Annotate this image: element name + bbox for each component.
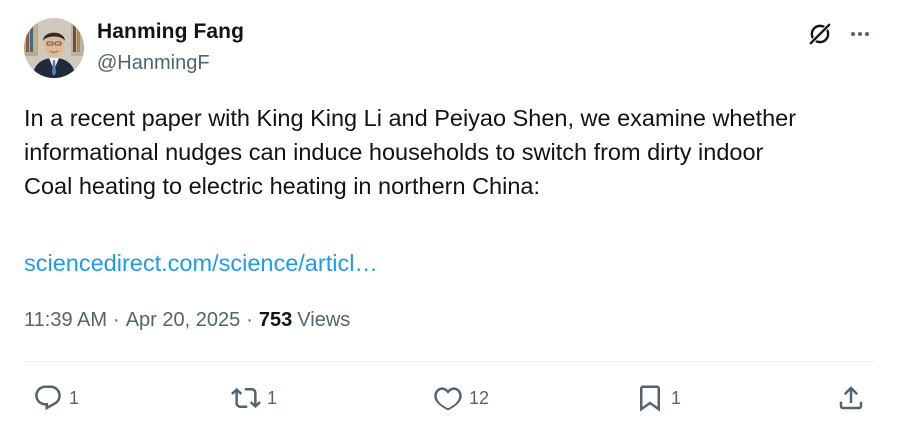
separator: · xyxy=(113,309,120,331)
views-count[interactable]: 753 xyxy=(259,309,292,332)
divider xyxy=(24,361,875,362)
views-label: Views xyxy=(297,309,351,331)
more-horizontal-icon xyxy=(851,32,869,36)
more-options-button[interactable] xyxy=(846,20,874,48)
tweet-link[interactable]: sciencedirect.com/science/articl… xyxy=(24,246,378,280)
avatar[interactable] xyxy=(24,18,84,78)
tweet-time[interactable]: 11:39 AM xyxy=(24,309,107,332)
share-icon xyxy=(839,386,863,410)
tweet-metadata: 11:39 AM · Apr 20, 2025 · 753 Views xyxy=(24,309,350,332)
tweet-date[interactable]: Apr 20, 2025 xyxy=(126,309,241,332)
heart-icon xyxy=(434,387,462,411)
grok-icon xyxy=(808,22,832,46)
repost-icon xyxy=(231,387,261,409)
like-count: 12 xyxy=(469,387,490,408)
author-handle[interactable]: @HanmingF xyxy=(97,52,210,75)
share-button[interactable] xyxy=(836,380,866,416)
grok-button[interactable] xyxy=(806,20,834,48)
like-button[interactable]: 12 xyxy=(433,380,489,416)
tweet-text-line: informational nudges can induce househol… xyxy=(24,139,764,165)
repost-button[interactable]: 1 xyxy=(231,380,277,416)
reply-icon xyxy=(35,385,61,411)
separator: · xyxy=(246,309,253,331)
bookmark-button[interactable]: 1 xyxy=(635,380,681,416)
reply-button[interactable]: 1 xyxy=(33,380,79,416)
bookmark-icon xyxy=(640,385,660,412)
author-name[interactable]: Hanming Fang xyxy=(97,20,244,44)
tweet-text-line: Coal heating to electric heating in nort… xyxy=(24,173,541,199)
bookmark-count: 1 xyxy=(671,387,682,408)
tweet-text-line: In a recent paper with King King Li and … xyxy=(24,105,797,131)
reply-count: 1 xyxy=(69,387,80,408)
repost-count: 1 xyxy=(267,387,278,408)
tweet-text: In a recent paper with King King Li and … xyxy=(24,101,884,203)
